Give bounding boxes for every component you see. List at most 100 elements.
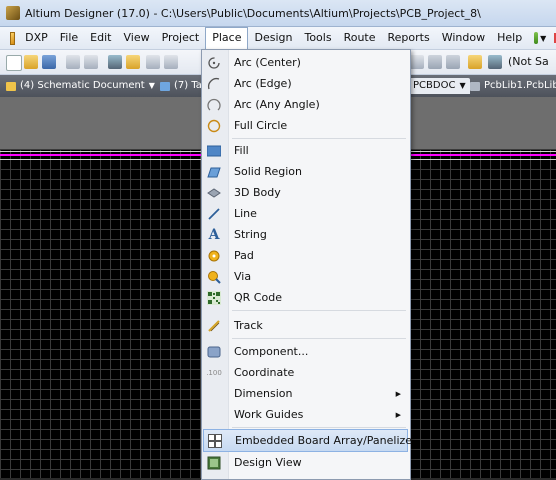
menu-item-3d-body[interactable]: 3D Body [203, 182, 407, 203]
new-file-icon[interactable] [6, 55, 22, 71]
menu-item-label: Embedded Board Array/Panelize [235, 434, 413, 447]
full-circle-icon [207, 119, 221, 133]
menu-item-label: Fill [234, 144, 249, 157]
undo-icon[interactable] [428, 55, 442, 69]
menu-item-arc-edge[interactable]: Arc (Edge) [203, 73, 407, 94]
menu-item-label: Pad [234, 249, 254, 262]
menu-item-label: 3D Body [234, 186, 281, 199]
menu-design[interactable]: Design [248, 28, 298, 48]
menu-item-arc-any-angle[interactable]: Arc (Any Angle) [203, 94, 407, 115]
zoom-area-icon[interactable] [164, 55, 178, 69]
tab-label: PCBDOC [413, 80, 456, 91]
tab-label: PcbLib1.PcbLib [484, 80, 556, 91]
menu-item-fill[interactable]: Fill [203, 140, 407, 161]
menu-item-label: Via [234, 270, 252, 283]
menu-item-coordinate[interactable]: .100 Coordinate [203, 362, 407, 383]
menu-view[interactable]: View [117, 28, 155, 48]
menu-separator [232, 427, 406, 428]
menu-separator [232, 310, 406, 311]
dxp-icon [10, 31, 16, 45]
folder-icon[interactable] [126, 55, 140, 69]
menu-separator [232, 138, 406, 139]
menu-item-track[interactable]: Track [203, 315, 407, 336]
chevron-down-icon[interactable]: ▼ [149, 78, 155, 94]
menu-window[interactable]: Window [436, 28, 491, 48]
print-icon[interactable] [66, 55, 80, 69]
solid-region-icon [207, 165, 221, 179]
embedded-board-array-icon [208, 433, 222, 448]
menu-item-label: Work Guides [234, 408, 304, 421]
design-view-icon [207, 456, 221, 470]
chevron-down-icon[interactable]: ▼ [459, 78, 465, 94]
menu-item-qr-code[interactable]: QR Code [203, 287, 407, 308]
menu-item-full-circle[interactable]: Full Circle [203, 115, 407, 136]
place-menu: Arc (Center) Arc (Edge) Arc (Any Angle) … [201, 49, 412, 480]
menu-item-label: Full Circle [234, 119, 288, 132]
browse-icon[interactable] [488, 55, 502, 69]
tab-pcbdoc[interactable]: PCBDOC ▼ [409, 78, 470, 94]
menu-help[interactable]: Help [491, 28, 528, 48]
tab-label: (4) Schematic Document [20, 80, 145, 91]
document-folder-icon [6, 81, 16, 91]
submenu-arrow-icon: ▶ [395, 389, 401, 398]
tab-ta[interactable]: (7) Ta [160, 78, 202, 94]
tab-pcblib[interactable]: PcbLib1.PcbLib [470, 78, 556, 94]
string-icon: A [208, 226, 220, 243]
submenu-arrow-icon: ▶ [395, 410, 401, 419]
menu-route[interactable]: Route [338, 28, 382, 48]
chevron-down-icon[interactable]: ▼ [540, 34, 546, 43]
tab-schematic-document[interactable]: (4) Schematic Document ▼ [6, 78, 155, 94]
fill-icon [207, 144, 221, 158]
menu-item-label: Track [234, 319, 263, 332]
menu-file[interactable]: File [54, 28, 84, 48]
menu-item-label: Design View [234, 456, 302, 469]
menu-item-via[interactable]: Via [203, 266, 407, 287]
menu-item-label: Line [234, 207, 257, 220]
checkmark-tool-icon[interactable] [534, 32, 539, 44]
menu-place[interactable]: Place [205, 27, 249, 49]
menu-item-line[interactable]: Line [203, 203, 407, 224]
redo-icon[interactable] [446, 55, 460, 69]
menu-edit[interactable]: Edit [84, 28, 117, 48]
menu-item-label: Dimension [234, 387, 293, 400]
pad-icon [207, 249, 221, 263]
layers-icon[interactable] [108, 55, 122, 69]
menu-item-pad[interactable]: Pad [203, 245, 407, 266]
menu-item-embedded-board-array[interactable]: Embedded Board Array/Panelize [203, 429, 412, 452]
menu-item-component[interactable]: Component... [203, 341, 407, 362]
menu-item-arc-center[interactable]: Arc (Center) [203, 52, 407, 73]
menu-item-string[interactable]: A String [203, 224, 407, 245]
menu-reports[interactable]: Reports [382, 28, 436, 48]
arc-center-icon [207, 56, 221, 70]
track-icon [207, 319, 221, 333]
document-icon [160, 81, 170, 91]
line-icon [207, 207, 221, 221]
menu-item-solid-region[interactable]: Solid Region [203, 161, 407, 182]
menu-item-label: Arc (Any Angle) [234, 98, 320, 111]
menu-item-label: String [234, 228, 267, 241]
menu-item-work-guides[interactable]: Work Guides ▶ [203, 404, 407, 425]
crossprobe-icon[interactable] [468, 55, 482, 69]
pcb-library-icon [470, 81, 480, 91]
menu-item-label: Coordinate [234, 366, 295, 379]
3d-body-icon [207, 186, 221, 200]
arc-edge-icon [207, 77, 221, 91]
menu-item-label: Arc (Edge) [234, 77, 292, 90]
save-icon[interactable] [42, 55, 56, 69]
zoom-icon[interactable] [146, 55, 160, 69]
not-saved-label: (Not Sa [508, 55, 549, 68]
menu-tools[interactable]: Tools [298, 28, 337, 48]
window-title: Altium Designer (17.0) - C:\Users\Public… [25, 6, 481, 20]
altium-logo-icon [6, 6, 20, 20]
open-folder-icon[interactable] [24, 55, 38, 69]
arc-any-angle-icon [207, 98, 221, 112]
print-preview-icon[interactable] [84, 55, 98, 69]
menu-bar: DXP File Edit View Project Place Design … [0, 27, 556, 50]
menu-item-design-view[interactable]: Design View [203, 452, 407, 473]
menu-item-dimension[interactable]: Dimension ▶ [203, 383, 407, 404]
menu-project[interactable]: Project [156, 28, 206, 48]
menu-dxp[interactable]: DXP [19, 28, 54, 48]
coordinate-icon: .100 [206, 368, 222, 377]
menu-item-label: QR Code [234, 291, 282, 304]
clear-icon[interactable] [410, 55, 424, 69]
